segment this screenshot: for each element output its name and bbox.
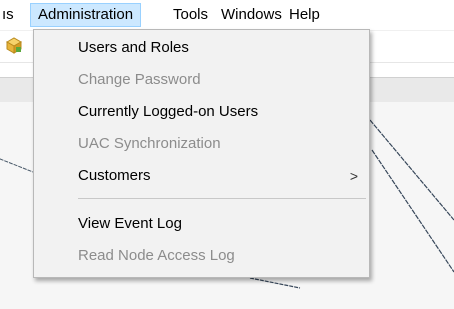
menu-item-read-node-access-log: Read Node Access Log: [35, 241, 368, 271]
menu-item-label: UAC Synchronization: [78, 135, 221, 152]
menu-item-users-and-roles[interactable]: Users and Roles: [35, 33, 368, 63]
menu-item-change-password: Change Password: [35, 65, 368, 95]
menu-windows[interactable]: Windows: [214, 3, 289, 27]
menu-item-uac-synchronization: UAC Synchronization: [35, 129, 368, 159]
menu-administration[interactable]: Administration: [30, 3, 142, 27]
menu-item-label: Users and Roles: [78, 39, 189, 56]
menu-item-customers[interactable]: Customers >: [35, 161, 368, 191]
menu-item-label: View Event Log: [78, 215, 182, 232]
menu-item-label: Currently Logged-on Users: [78, 103, 259, 120]
menu-previous-partial[interactable]: ıs: [0, 3, 21, 27]
package-icon[interactable]: [5, 36, 23, 54]
menu-tools[interactable]: Tools: [166, 3, 215, 27]
menu-item-view-event-log[interactable]: View Event Log: [35, 209, 368, 239]
menu-help[interactable]: Help: [282, 3, 327, 27]
menu-item-label: Customers: [78, 167, 151, 184]
menu-bar: ıs Administration Tools Windows Help: [0, 0, 454, 31]
menu-item-label: Change Password: [78, 71, 201, 88]
chevron-right-icon: >: [349, 168, 358, 184]
menu-item-currently-logged-on-users[interactable]: Currently Logged-on Users: [35, 97, 368, 127]
administration-dropdown-menu: Users and Roles Change Password Currentl…: [33, 29, 370, 278]
menu-separator: [78, 198, 366, 199]
menu-item-label: Read Node Access Log: [78, 247, 235, 264]
